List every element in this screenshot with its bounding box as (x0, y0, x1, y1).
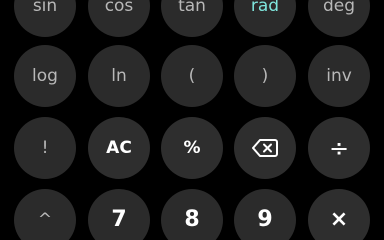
sin-button[interactable]: sin (14, 0, 76, 37)
close-paren-label: ) (261, 65, 269, 86)
power-button[interactable]: ^ (14, 189, 76, 240)
digit-7-label: 7 (111, 207, 127, 232)
digit-9-button[interactable]: 9 (234, 189, 296, 240)
inv-label: inv (326, 65, 352, 86)
percent-button[interactable]: % (161, 117, 223, 179)
power-label: ^ (37, 209, 53, 230)
divide-button[interactable]: ÷ (308, 117, 370, 179)
rad-button[interactable]: rad (234, 0, 296, 37)
deg-label: deg (322, 0, 356, 16)
cos-label: cos (104, 0, 134, 16)
digit-9-label: 9 (257, 207, 273, 232)
open-paren-label: ( (188, 65, 196, 86)
sin-label: sin (32, 0, 58, 16)
digit-8-label: 8 (184, 207, 200, 232)
tan-button[interactable]: tan (161, 0, 223, 37)
ln-button[interactable]: ln (88, 45, 150, 107)
digit-8-button[interactable]: 8 (161, 189, 223, 240)
percent-label: % (183, 137, 201, 158)
all-clear-button[interactable]: AC (88, 117, 150, 179)
log-button[interactable]: log (14, 45, 76, 107)
tan-label: tan (178, 0, 206, 16)
multiply-button[interactable]: × (308, 189, 370, 240)
log-label: log (32, 65, 58, 86)
rad-label: rad (250, 0, 280, 16)
multiply-label: × (329, 207, 349, 232)
inv-button[interactable]: inv (308, 45, 370, 107)
divide-label: ÷ (328, 134, 350, 162)
backspace-button[interactable] (234, 117, 296, 179)
all-clear-label: AC (106, 137, 132, 158)
digit-7-button[interactable]: 7 (88, 189, 150, 240)
deg-button[interactable]: deg (308, 0, 370, 37)
ln-label: ln (111, 65, 127, 86)
backspace-icon (252, 139, 278, 157)
factorial-button[interactable]: ! (14, 117, 76, 179)
factorial-label: ! (41, 137, 49, 158)
cos-button[interactable]: cos (88, 0, 150, 37)
close-paren-button[interactable]: ) (234, 45, 296, 107)
open-paren-button[interactable]: ( (161, 45, 223, 107)
